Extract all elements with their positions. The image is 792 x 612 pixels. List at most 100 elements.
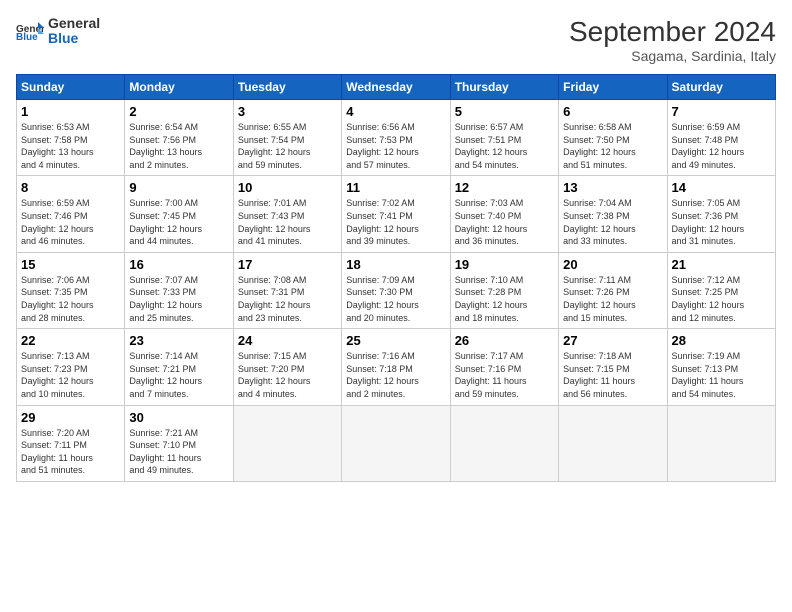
day-info: Sunrise: 7:10 AMSunset: 7:28 PMDaylight:… bbox=[455, 274, 554, 324]
day-info: Sunrise: 7:01 AMSunset: 7:43 PMDaylight:… bbox=[238, 197, 337, 247]
day-info: Sunrise: 7:09 AMSunset: 7:30 PMDaylight:… bbox=[346, 274, 445, 324]
day-info: Sunrise: 7:06 AMSunset: 7:35 PMDaylight:… bbox=[21, 274, 120, 324]
calendar-cell: 8 Sunrise: 6:59 AMSunset: 7:46 PMDaylight… bbox=[17, 176, 125, 252]
calendar-cell: 3Sunrise: 6:55 AMSunset: 7:54 PMDaylight… bbox=[233, 100, 341, 176]
day-info: Sunrise: 7:16 AMSunset: 7:18 PMDaylight:… bbox=[346, 350, 445, 400]
month-title: September 2024 bbox=[569, 16, 776, 48]
day-number: 2 bbox=[129, 104, 228, 119]
col-tuesday: Tuesday bbox=[233, 75, 341, 100]
calendar-cell: 21Sunrise: 7:12 AMSunset: 7:25 PMDayligh… bbox=[667, 252, 775, 328]
calendar-cell: 11 Sunrise: 7:02 AMSunset: 7:41 PMDayligh… bbox=[342, 176, 450, 252]
day-number: 15 bbox=[21, 257, 120, 272]
calendar-cell bbox=[559, 405, 667, 481]
col-friday: Friday bbox=[559, 75, 667, 100]
calendar-cell: 17 Sunrise: 7:08 AMSunset: 7:31 PMDayligh… bbox=[233, 252, 341, 328]
day-info: Sunrise: 7:19 AMSunset: 7:13 PMDaylight:… bbox=[672, 350, 771, 400]
day-info: Sunrise: 7:05 AMSunset: 7:36 PMDaylight:… bbox=[672, 197, 771, 247]
day-number: 17 bbox=[238, 257, 337, 272]
day-number: 1 bbox=[21, 104, 120, 119]
calendar-cell: 30 Sunrise: 7:21 AMSunset: 7:10 PMDayligh… bbox=[125, 405, 233, 481]
day-info: Sunrise: 6:59 AMSunset: 7:46 PMDaylight:… bbox=[21, 197, 120, 247]
calendar-cell: 23 Sunrise: 7:14 AMSunset: 7:21 PMDayligh… bbox=[125, 329, 233, 405]
header-row: Sunday Monday Tuesday Wednesday Thursday… bbox=[17, 75, 776, 100]
day-number: 16 bbox=[129, 257, 228, 272]
calendar-cell bbox=[667, 405, 775, 481]
calendar-cell: 10 Sunrise: 7:01 AMSunset: 7:43 PMDayligh… bbox=[233, 176, 341, 252]
calendar-table: Sunday Monday Tuesday Wednesday Thursday… bbox=[16, 74, 776, 482]
calendar-cell: 24Sunrise: 7:15 AMSunset: 7:20 PMDayligh… bbox=[233, 329, 341, 405]
calendar-week-2: 8 Sunrise: 6:59 AMSunset: 7:46 PMDaylight… bbox=[17, 176, 776, 252]
calendar-cell: 4 Sunrise: 6:56 AMSunset: 7:53 PMDaylight… bbox=[342, 100, 450, 176]
calendar-cell bbox=[450, 405, 558, 481]
day-info: Sunrise: 7:18 AMSunset: 7:15 PMDaylight:… bbox=[563, 350, 662, 400]
col-wednesday: Wednesday bbox=[342, 75, 450, 100]
calendar-cell: 25Sunrise: 7:16 AMSunset: 7:18 PMDayligh… bbox=[342, 329, 450, 405]
svg-text:Blue: Blue bbox=[16, 32, 38, 42]
day-number: 22 bbox=[21, 333, 120, 348]
day-number: 7 bbox=[672, 104, 771, 119]
day-info: Sunrise: 7:14 AMSunset: 7:21 PMDaylight:… bbox=[129, 350, 228, 400]
calendar-cell: 7Sunrise: 6:59 AMSunset: 7:48 PMDaylight… bbox=[667, 100, 775, 176]
subtitle: Sagama, Sardinia, Italy bbox=[569, 48, 776, 64]
day-number: 14 bbox=[672, 180, 771, 195]
day-number: 19 bbox=[455, 257, 554, 272]
day-number: 4 bbox=[346, 104, 445, 119]
day-info: Sunrise: 6:55 AMSunset: 7:54 PMDaylight:… bbox=[238, 121, 337, 171]
calendar-cell: 27 Sunrise: 7:18 AMSunset: 7:15 PMDayligh… bbox=[559, 329, 667, 405]
calendar-cell: 29 Sunrise: 7:20 AMSunset: 7:11 PMDayligh… bbox=[17, 405, 125, 481]
logo-icon: General Blue bbox=[16, 20, 44, 42]
day-number: 11 bbox=[346, 180, 445, 195]
col-thursday: Thursday bbox=[450, 75, 558, 100]
day-info: Sunrise: 7:07 AMSunset: 7:33 PMDaylight:… bbox=[129, 274, 228, 324]
calendar-week-4: 22 Sunrise: 7:13 AMSunset: 7:23 PMDayligh… bbox=[17, 329, 776, 405]
calendar-header: Sunday Monday Tuesday Wednesday Thursday… bbox=[17, 75, 776, 100]
col-sunday: Sunday bbox=[17, 75, 125, 100]
day-info: Sunrise: 7:03 AMSunset: 7:40 PMDaylight:… bbox=[455, 197, 554, 247]
calendar-cell: 14 Sunrise: 7:05 AMSunset: 7:36 PMDayligh… bbox=[667, 176, 775, 252]
title-area: September 2024 Sagama, Sardinia, Italy bbox=[569, 16, 776, 64]
day-number: 18 bbox=[346, 257, 445, 272]
day-number: 8 bbox=[21, 180, 120, 195]
calendar-cell: 6Sunrise: 6:58 AMSunset: 7:50 PMDaylight… bbox=[559, 100, 667, 176]
calendar-page: General Blue General Blue September 2024… bbox=[0, 0, 792, 612]
day-number: 13 bbox=[563, 180, 662, 195]
day-number: 28 bbox=[672, 333, 771, 348]
day-info: Sunrise: 6:54 AMSunset: 7:56 PMDaylight:… bbox=[129, 121, 228, 171]
day-info: Sunrise: 7:04 AMSunset: 7:38 PMDaylight:… bbox=[563, 197, 662, 247]
col-saturday: Saturday bbox=[667, 75, 775, 100]
calendar-cell bbox=[342, 405, 450, 481]
day-info: Sunrise: 7:02 AMSunset: 7:41 PMDaylight:… bbox=[346, 197, 445, 247]
day-number: 10 bbox=[238, 180, 337, 195]
calendar-body: 1 Sunrise: 6:53 AMSunset: 7:58 PMDaylight… bbox=[17, 100, 776, 482]
calendar-cell: 9Sunrise: 7:00 AMSunset: 7:45 PMDaylight… bbox=[125, 176, 233, 252]
calendar-cell: 12Sunrise: 7:03 AMSunset: 7:40 PMDayligh… bbox=[450, 176, 558, 252]
day-number: 30 bbox=[129, 410, 228, 425]
day-number: 27 bbox=[563, 333, 662, 348]
day-info: Sunrise: 7:12 AMSunset: 7:25 PMDaylight:… bbox=[672, 274, 771, 324]
day-info: Sunrise: 6:53 AMSunset: 7:58 PMDaylight:… bbox=[21, 121, 120, 171]
day-info: Sunrise: 7:17 AMSunset: 7:16 PMDaylight:… bbox=[455, 350, 554, 400]
day-info: Sunrise: 7:15 AMSunset: 7:20 PMDaylight:… bbox=[238, 350, 337, 400]
day-info: Sunrise: 6:57 AMSunset: 7:51 PMDaylight:… bbox=[455, 121, 554, 171]
day-number: 29 bbox=[21, 410, 120, 425]
day-info: Sunrise: 7:08 AMSunset: 7:31 PMDaylight:… bbox=[238, 274, 337, 324]
day-info: Sunrise: 6:56 AMSunset: 7:53 PMDaylight:… bbox=[346, 121, 445, 171]
day-info: Sunrise: 7:13 AMSunset: 7:23 PMDaylight:… bbox=[21, 350, 120, 400]
day-info: Sunrise: 7:00 AMSunset: 7:45 PMDaylight:… bbox=[129, 197, 228, 247]
calendar-cell: 19 Sunrise: 7:10 AMSunset: 7:28 PMDayligh… bbox=[450, 252, 558, 328]
calendar-week-3: 15 Sunrise: 7:06 AMSunset: 7:35 PMDayligh… bbox=[17, 252, 776, 328]
logo: General Blue General Blue bbox=[16, 16, 100, 47]
logo-general: General bbox=[48, 16, 100, 31]
day-number: 5 bbox=[455, 104, 554, 119]
day-info: Sunrise: 7:20 AMSunset: 7:11 PMDaylight:… bbox=[21, 427, 120, 477]
logo-blue: Blue bbox=[48, 31, 100, 46]
day-info: Sunrise: 7:21 AMSunset: 7:10 PMDaylight:… bbox=[129, 427, 228, 477]
col-monday: Monday bbox=[125, 75, 233, 100]
calendar-cell: 26Sunrise: 7:17 AMSunset: 7:16 PMDayligh… bbox=[450, 329, 558, 405]
header: General Blue General Blue September 2024… bbox=[16, 16, 776, 64]
calendar-cell: 18 Sunrise: 7:09 AMSunset: 7:30 PMDayligh… bbox=[342, 252, 450, 328]
day-info: Sunrise: 7:11 AMSunset: 7:26 PMDaylight:… bbox=[563, 274, 662, 324]
calendar-cell: 28 Sunrise: 7:19 AMSunset: 7:13 PMDayligh… bbox=[667, 329, 775, 405]
day-number: 23 bbox=[129, 333, 228, 348]
calendar-cell: 5 Sunrise: 6:57 AMSunset: 7:51 PMDaylight… bbox=[450, 100, 558, 176]
